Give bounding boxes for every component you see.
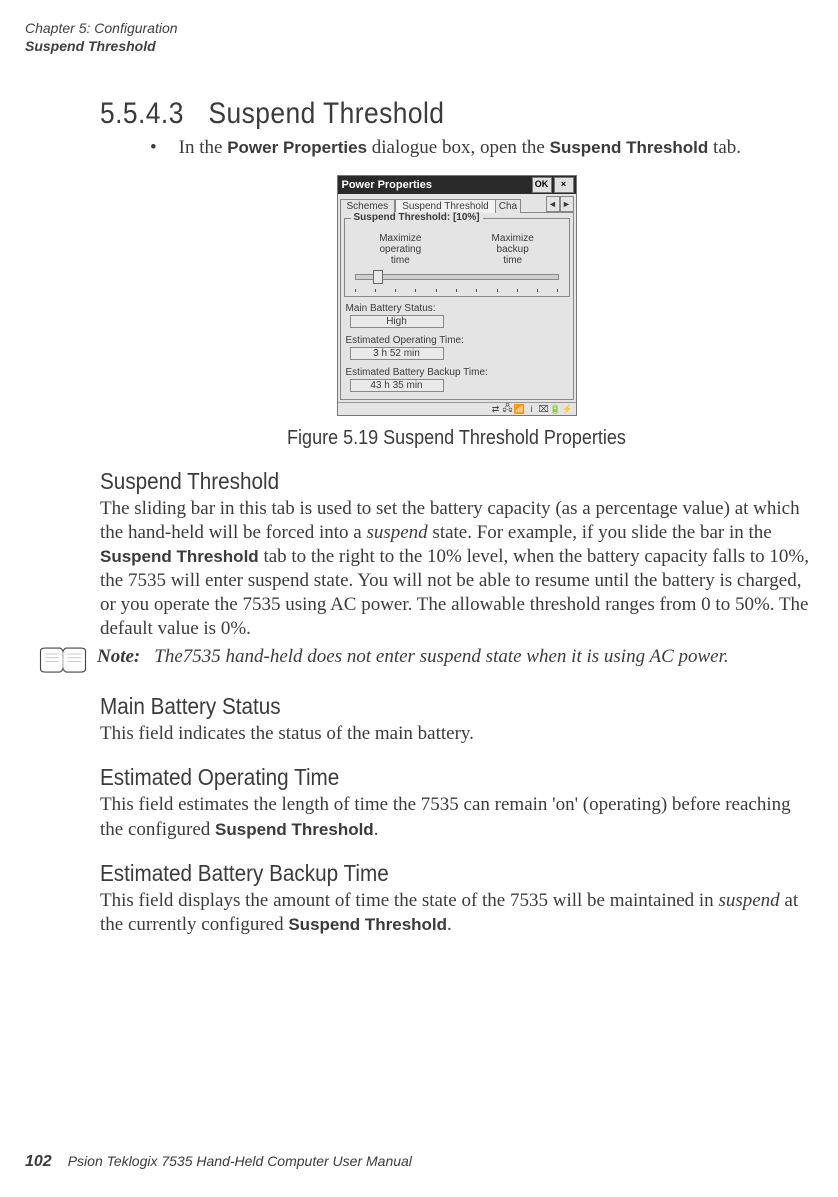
running-header: Chapter 5: Configuration Suspend Thresho… (25, 20, 813, 55)
threshold-groupbox: Suspend Threshold: [10%] Maximize operat… (344, 218, 570, 297)
text-frag: Suspend Threshold: [ (354, 212, 457, 223)
text-frag: backup (497, 244, 529, 255)
slider-thumb-icon[interactable] (373, 270, 383, 284)
paragraph: The sliding bar in this tab is used to s… (100, 497, 813, 642)
instruction-text: In the Power Properties dialogue box, op… (179, 137, 741, 159)
tab-suspend-threshold[interactable]: Suspend Threshold (395, 199, 496, 213)
est-operating-value: 3 h 52 min (350, 347, 444, 360)
subheading-main-battery-status: Main Battery Status (100, 693, 742, 720)
header-line2: Suspend Threshold (25, 38, 813, 56)
text-frag: . (374, 819, 379, 840)
section-heading: 5.5.4.3 Suspend Threshold (100, 97, 727, 131)
tab-schemes[interactable]: Schemes (340, 199, 396, 213)
ok-button[interactable]: OK (532, 177, 552, 193)
suspend-italic: suspend (718, 890, 779, 911)
paragraph: This field indicates the status of the m… (100, 722, 813, 746)
dialog-titlebar: Power Properties OK × (338, 176, 576, 194)
slider-labels: Maximize operating time Maximize backup … (349, 233, 565, 266)
text-frag: Maximize (379, 233, 421, 244)
tray-signal-icon: 📶 (515, 404, 525, 414)
tray-lock-icon: ⌧ (539, 404, 549, 414)
dialog-panel: Suspend Threshold: [10%] Maximize operat… (340, 212, 574, 400)
tray-battery-icon: 🔋 (551, 404, 561, 414)
tab-strip: Schemes Suspend Threshold Cha ◄ ► (338, 194, 576, 212)
dialog-title: Power Properties (340, 179, 530, 191)
text-frag: time (503, 255, 522, 266)
tray-plug-icon: ⚡ (563, 404, 573, 414)
instruction-bullet: • In the Power Properties dialogue box, … (150, 137, 813, 159)
text-frag: time (391, 255, 410, 266)
note-text: Note: The7535 hand-held does not enter su… (97, 645, 729, 669)
suspend-italic: suspend (366, 522, 427, 543)
text-frag: . (447, 914, 452, 935)
tab-scroll-left-icon[interactable]: ◄ (546, 196, 560, 212)
note-book-icon (37, 645, 89, 675)
figure-caption: Figure 5.19 Suspend Threshold Properties (136, 427, 778, 450)
text-frag: operating (379, 244, 421, 255)
text-frag: state. For example, if you slide the bar… (428, 522, 772, 543)
suspend-threshold-label: Suspend Threshold (550, 138, 709, 157)
subheading-estimated-battery-backup-time: Estimated Battery Backup Time (100, 860, 742, 887)
text-frag: tab. (708, 137, 741, 158)
paragraph: This field displays the amount of time t… (100, 889, 813, 937)
text-frag: This field estimates the length of time … (100, 794, 791, 839)
text-frag: dialogue box, open the (367, 137, 550, 158)
text-frag: This field displays the amount of time t… (100, 890, 718, 911)
threshold-slider[interactable] (355, 270, 559, 288)
slider-track (355, 274, 559, 280)
paragraph: This field estimates the length of time … (100, 793, 813, 841)
est-operating-label: Estimated Operating Time: (346, 335, 568, 346)
text-frag: In the (179, 137, 228, 158)
subheading-suspend-threshold: Suspend Threshold (100, 468, 742, 495)
main-battery-status-value: High (350, 315, 444, 328)
tray-info-icon: i (527, 404, 537, 414)
text-frag: Maximize (492, 233, 534, 244)
power-properties-dialog: Power Properties OK × Schemes Suspend Th… (337, 175, 577, 416)
est-backup-label: Estimated Battery Backup Time: (346, 367, 568, 378)
tab-scroll-right-icon[interactable]: ► (560, 196, 574, 212)
note: Note: The7535 hand-held does not enter su… (37, 645, 813, 675)
footer-text: Psion Teklogix 7535 Hand-Held Computer U… (68, 1153, 412, 1169)
slider-ticks (355, 289, 559, 292)
tray-sync-icon: ⇄ (491, 404, 501, 414)
close-button[interactable]: × (554, 177, 574, 193)
section-title: Suspend Threshold (208, 97, 444, 131)
slider-right-label: Maximize backup time (461, 233, 565, 266)
est-backup-value: 43 h 35 min (350, 379, 444, 392)
note-body: The7535 hand-held does not enter suspend… (154, 646, 728, 667)
main-battery-status-label: Main Battery Status: (346, 303, 568, 314)
power-properties-label: Power Properties (227, 138, 367, 157)
suspend-threshold-bold: Suspend Threshold (288, 915, 447, 934)
note-label: Note: (97, 646, 140, 667)
tray-network-icon: 🖧 (503, 404, 513, 414)
figure: Power Properties OK × Schemes Suspend Th… (100, 175, 813, 450)
section-number: 5.5.4.3 (100, 97, 184, 131)
subheading-estimated-operating-time: Estimated Operating Time (100, 764, 742, 791)
taskbar: ⇄ 🖧 📶 i ⌧ 🔋 ⚡ (338, 402, 576, 415)
slider-left-label: Maximize operating time (349, 233, 453, 266)
bullet-dot-icon: • (150, 137, 157, 159)
text-frag: ] (476, 212, 479, 223)
group-legend: Suspend Threshold: [10%] (351, 212, 483, 223)
footer: 102 Psion Teklogix 7535 Hand-Held Comput… (25, 1153, 412, 1171)
header-line1: Chapter 5: Configuration (25, 20, 813, 38)
suspend-threshold-bold: Suspend Threshold (215, 820, 374, 839)
tab-partial[interactable]: Cha (496, 199, 521, 213)
page-number: 102 (25, 1153, 52, 1171)
threshold-value: 10% (456, 212, 476, 223)
suspend-threshold-bold: Suspend Threshold (100, 547, 259, 566)
